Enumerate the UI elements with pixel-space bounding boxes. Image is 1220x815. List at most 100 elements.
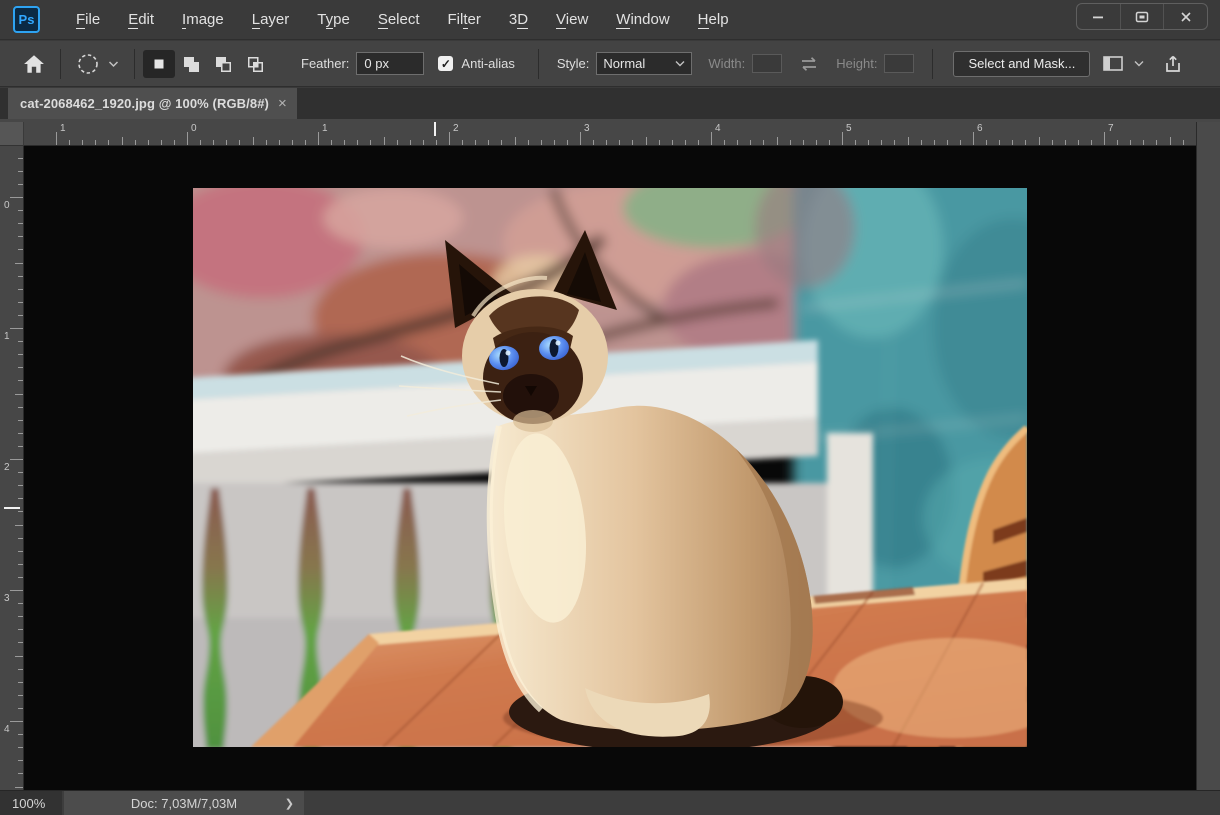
horizontal-ruler[interactable]: 1 0 1 2 3 4 5 6 7 [24,122,1196,146]
ruler-tick [173,140,175,145]
photoshop-logo-icon[interactable]: Ps [13,6,40,33]
ruler-tick [15,262,23,264]
ruler-origin-box[interactable] [0,122,24,146]
menu-item-window[interactable]: Window [602,5,683,34]
height-input [884,54,915,73]
intersect-selection-icon [248,56,263,72]
ruler-tick [121,137,123,145]
maximize-button[interactable] [1119,4,1164,29]
menu-mnemonic: S [377,11,388,29]
window-controls [1076,3,1208,30]
select-and-mask-button[interactable]: Select and Mask... [953,50,1091,77]
subtract-from-selection-mode-button[interactable] [207,50,239,78]
elliptical-marquee-tool-button[interactable] [69,48,126,80]
menu-item-file[interactable]: File [62,5,114,34]
chevron-down-icon [675,61,685,67]
add-to-selection-mode-button[interactable] [175,50,207,78]
ruler-tick [1051,140,1053,145]
feather-value: 0 px [364,56,389,71]
ruler-tick [252,137,254,145]
ruler-label: 1 [60,123,66,134]
ruler-tick [18,249,23,251]
zoom-level-field[interactable]: 100% [0,791,62,815]
menu-item-layer[interactable]: Layer [238,5,304,34]
ruler-tick [593,140,595,145]
ruler-tick [553,140,555,145]
ruler-tick [18,354,23,356]
vertical-ruler[interactable]: 0 1 2 3 4 [0,146,24,790]
ruler-tick [1064,140,1066,145]
ruler-tick [580,132,581,145]
anti-alias-checkbox[interactable]: ✓ [438,56,454,71]
separator [134,48,135,79]
ruler-tick [18,694,23,696]
new-selection-mode-button[interactable] [143,49,175,78]
ruler-tick [1117,140,1119,145]
share-button[interactable] [1156,48,1190,80]
close-button[interactable] [1163,4,1207,29]
ruler-label: 7 [1108,123,1114,134]
feather-input[interactable]: 0 px [356,52,425,75]
chevron-down-icon [108,60,119,67]
ruler-tick [18,380,23,382]
style-value: Normal [603,56,646,71]
ruler-tick [10,721,23,722]
document-tab[interactable]: cat-2068462_1920.jpg @ 100% (RGB/8#) × [8,88,297,119]
menu-item-help[interactable]: Help [684,5,743,34]
ruler-tick [1104,132,1105,145]
ruler-tick [763,140,765,145]
cat-photo[interactable] [193,188,1027,747]
zoom-level-value: 100% [12,795,46,811]
home-icon [24,54,44,73]
maximize-icon [1135,11,1149,22]
ruler-tick [540,140,542,145]
ruler-tick [10,590,23,591]
menu-mnemonic: H [697,11,709,29]
menu-item-filter[interactable]: Filter [434,5,495,34]
ruler-label: 4 [715,123,721,134]
menu-item-image[interactable]: Image [168,5,238,34]
status-bar: 100% Doc: 7,03M/7,03M ❯ [0,790,1220,815]
minimize-icon [1093,16,1104,18]
panel-chevron-button[interactable] [1130,48,1148,80]
chevron-down-icon [1134,61,1144,67]
ruler-tick [318,132,319,145]
ruler-tick [18,445,23,447]
intersect-selection-mode-button[interactable] [239,50,271,78]
menu-item-type[interactable]: Type [303,5,364,34]
ruler-tick [18,236,23,238]
ruler-tick [868,140,870,145]
style-dropdown[interactable]: Normal [596,52,693,75]
ruler-tick [69,140,71,145]
feather-label: Feather: [301,56,350,71]
menu-mnemonic: V [556,11,566,29]
ruler-tick [18,223,23,225]
ruler-tick [147,140,149,145]
swap-width-height-icon [802,56,817,71]
ruler-tick [606,140,608,145]
ruler-tick [645,137,647,145]
ruler-tick [894,140,896,145]
document-canvas[interactable] [24,146,1196,790]
ruler-tick [632,140,634,145]
workspace-panel-toggle-button[interactable] [1096,48,1130,80]
close-icon [1181,11,1191,22]
ruler-tick [18,210,23,212]
tab-close-icon[interactable]: × [278,95,287,112]
menu-mnemonic: E [128,11,139,29]
menu-item-view[interactable]: View [542,5,602,34]
home-button[interactable] [16,48,52,80]
ruler-tick [18,629,23,631]
menu-item-select[interactable]: Select [364,5,434,34]
menu-item-edit[interactable]: Edit [114,5,168,34]
ruler-tick [1077,140,1079,145]
ruler-tick [658,140,660,145]
menu-item-3d[interactable]: 3D [495,5,542,34]
ruler-tick [18,511,23,513]
minimize-button[interactable] [1077,4,1120,29]
menu-mnemonic: L [251,11,261,29]
ruler-tick [815,140,817,145]
status-expander-icon[interactable]: ❯ [285,797,294,810]
ruler-tick [920,140,922,145]
ruler-tick [18,341,23,343]
